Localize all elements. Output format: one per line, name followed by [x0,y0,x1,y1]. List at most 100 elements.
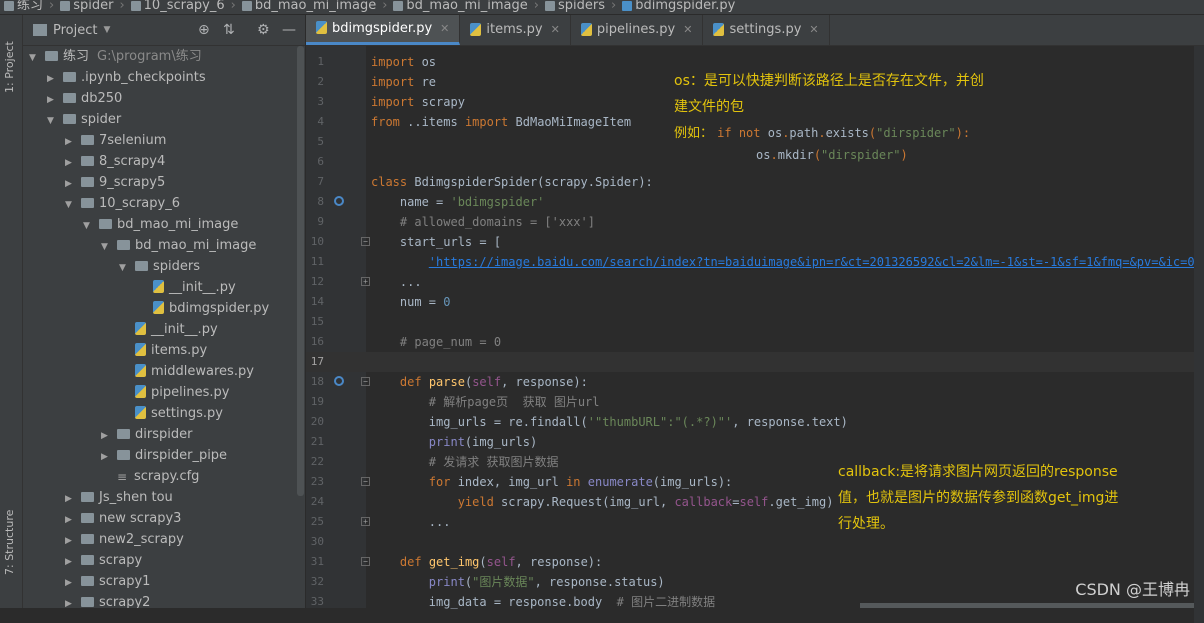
chevron-down-icon[interactable]: ▼ [119,258,129,279]
chevron-right-icon[interactable]: ▶ [65,510,75,531]
tree-item[interactable]: ▼ 练习 G:\program\练习 [23,46,305,67]
fold-icon[interactable]: − [361,557,370,566]
editor-tab[interactable]: settings.py ✕ [703,15,830,45]
code-line[interactable]: 21 print(img_urls) [306,432,1204,452]
breadcrumb-item[interactable]: spiders [541,0,609,13]
code-line[interactable]: 20 img_urls = re.findall('"thumbURL":"(.… [306,412,1204,432]
tree-item[interactable]: ▶ dirspider_pipe [23,445,305,466]
tree-item[interactable]: ▶ scrapy2 [23,592,305,608]
tree-item[interactable]: __init__.py [23,319,305,340]
tree-item[interactable]: ▶ db250 [23,88,305,109]
tree-item[interactable]: ▼ spiders [23,256,305,277]
editor-tab[interactable]: bdimgspider.py ✕ [306,14,461,45]
chevron-down-icon[interactable]: ▼ [83,216,93,237]
hide-icon[interactable]: — [282,22,296,38]
code-line[interactable]: 11 'https://image.baidu.com/search/index… [306,252,1204,272]
tree-item[interactable]: ▶ Js_shen tou [23,487,305,508]
tree-item[interactable]: pipelines.py [23,382,305,403]
tree-item[interactable]: ▼ 10_scrapy_6 [23,193,305,214]
project-panel-title[interactable]: Project [53,23,97,38]
tree-item[interactable]: ▼ spider [23,109,305,130]
tree-item[interactable]: ▼ bd_mao_mi_image [23,235,305,256]
tree-item[interactable]: ▶ scrapy1 [23,571,305,592]
tree-item[interactable]: bdimgspider.py [23,298,305,319]
chevron-right-icon[interactable]: ▶ [65,531,75,552]
chevron-right-icon[interactable]: ▶ [47,90,57,111]
code-line[interactable]: 16 # page_num = 0 [306,332,1204,352]
tree-item[interactable]: settings.py [23,403,305,424]
chevron-right-icon[interactable]: ▶ [65,552,75,573]
code-line[interactable]: 12 + ... [306,272,1204,292]
code-line[interactable]: 10 − start_urls = [ [306,232,1204,252]
chevron-right-icon[interactable]: ▶ [65,174,75,195]
locate-icon[interactable]: ⊕ [198,22,210,38]
override-marker-icon[interactable] [334,376,344,386]
code-line[interactable]: 33 img_data = response.body # 图片二进制数据 [306,592,1204,612]
override-marker-icon[interactable] [334,196,344,206]
chevron-right-icon[interactable]: ▶ [65,573,75,594]
fold-icon[interactable]: − [361,377,370,386]
fold-icon[interactable]: + [361,517,370,526]
tree-item[interactable]: ▶ 7selenium [23,130,305,151]
tree-item[interactable]: ▶ 9_scrapy5 [23,172,305,193]
tree-item[interactable]: ▼ bd_mao_mi_image [23,214,305,235]
chevron-right-icon[interactable]: ▶ [65,489,75,510]
project-panel: Project ▼ ⊕ ⇅ ⚙ — ▼ 练习 G:\program\练习 ▶ .ipyn… [23,15,305,608]
code-text: 'https://image.baidu.com/search/index?tn… [428,255,1204,269]
tree-item[interactable]: ▶ new scrapy3 [23,508,305,529]
breadcrumb-item[interactable]: bd_mao_mi_image [238,0,380,13]
fold-icon[interactable]: − [361,237,370,246]
tree-item[interactable]: ▶ dirspider [23,424,305,445]
fold-icon[interactable]: − [361,477,370,486]
structure-tool-tab[interactable]: 7: Structure [3,510,16,575]
tree-item[interactable]: ▶ scrapy [23,550,305,571]
chevron-right-icon[interactable]: ▶ [101,447,111,468]
chevron-down-icon[interactable]: ▼ [101,237,111,258]
fold-icon[interactable]: + [361,277,370,286]
code-line[interactable]: 31 − def get_img(self, response): [306,552,1204,572]
close-icon[interactable]: ✕ [683,15,692,45]
chevron-right-icon[interactable]: ▶ [65,132,75,153]
chevron-right-icon[interactable]: ▶ [65,594,75,608]
code-line[interactable]: 19 # 解析page页 获取 图片url [306,392,1204,412]
breadcrumb-item[interactable]: spider [56,0,117,13]
code-line[interactable]: 7 class BdimgspiderSpider(scrapy.Spider): [306,172,1204,192]
tree-item[interactable]: middlewares.py [23,361,305,382]
tree-item[interactable]: ▶ .ipynb_checkpoints [23,67,305,88]
gear-icon[interactable]: ⚙ [257,22,270,38]
project-tool-tab[interactable]: 1: Project [3,41,16,93]
tree-item-label: .ipynb_checkpoints [81,70,206,85]
breadcrumb-item[interactable]: 10_scrapy_6 [127,0,229,13]
line-number: 22 [310,455,324,468]
close-icon[interactable]: ✕ [551,15,560,45]
tree-item[interactable]: items.py [23,340,305,361]
code-line[interactable]: 18 − def parse(self, response): [306,372,1204,392]
tree-item[interactable]: ≡ scrapy.cfg [23,466,305,487]
code-line[interactable]: 15 [306,312,1204,332]
chevron-right-icon[interactable]: ▶ [47,69,57,90]
editor-tab[interactable]: pipelines.py ✕ [571,15,704,45]
editor-tab[interactable]: items.py ✕ [460,15,571,45]
breadcrumb-item[interactable]: bd_mao_mi_image [389,0,531,13]
tree-item[interactable]: ▶ new2_scrapy [23,529,305,550]
code-line[interactable]: 8 name = 'bdimgspider' [306,192,1204,212]
collapse-icon[interactable]: ⇅ [223,22,235,38]
project-scrollbar[interactable] [297,46,304,496]
close-icon[interactable]: ✕ [440,14,449,44]
tree-item[interactable]: __init__.py [23,277,305,298]
chevron-down-icon[interactable]: ▼ [103,25,110,35]
breadcrumb-item[interactable]: 练习 [0,0,47,13]
close-icon[interactable]: ✕ [809,15,818,45]
chevron-right-icon[interactable]: ▶ [65,153,75,174]
code-line[interactable]: 9 # allowed_domains = ['xxx'] [306,212,1204,232]
code-line[interactable]: 14 num = 0 [306,292,1204,312]
chevron-right-icon[interactable]: ▶ [101,426,111,447]
chevron-down-icon[interactable]: ▼ [47,111,57,132]
chevron-down-icon[interactable]: ▼ [65,195,75,216]
code-line[interactable]: 32 print("图片数据", response.status) [306,572,1204,592]
code-line[interactable]: 17 [306,352,1204,372]
chevron-down-icon[interactable]: ▼ [29,48,39,69]
tree-item[interactable]: ▶ 8_scrapy4 [23,151,305,172]
horizontal-scrollbar[interactable] [860,603,1194,608]
breadcrumb-item[interactable]: bdimgspider.py [618,0,739,13]
